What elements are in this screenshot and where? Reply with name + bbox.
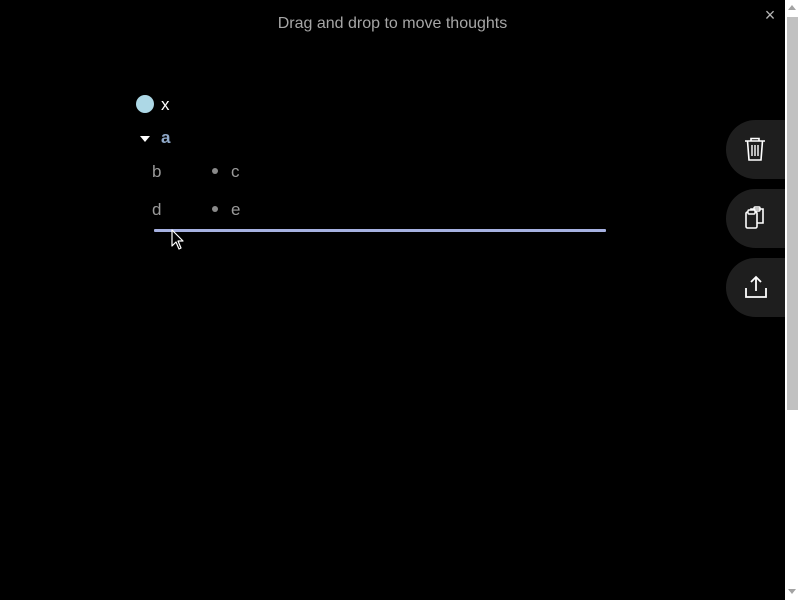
- close-button[interactable]: ×: [760, 5, 780, 25]
- thought-child-e[interactable]: e: [231, 200, 240, 220]
- share-export-icon: [745, 275, 767, 298]
- thought-child-c[interactable]: c: [231, 162, 240, 182]
- caret-down-icon[interactable]: [140, 136, 150, 142]
- scroll-up-arrow-icon[interactable]: [788, 5, 796, 10]
- mouse-pointer-icon: [171, 229, 184, 250]
- thoughts-app: Drag and drop to move thoughts × x a b c…: [0, 0, 800, 600]
- clipboard-copy-icon: [745, 206, 764, 229]
- bullet-dot-icon: [212, 206, 218, 212]
- trash-icon: [745, 137, 765, 161]
- drop-target-indicator: [154, 229, 606, 232]
- thought-parent[interactable]: a: [161, 128, 170, 148]
- thought-root[interactable]: x: [161, 95, 170, 115]
- scroll-thumb[interactable]: [787, 17, 798, 410]
- thought-child-b[interactable]: b: [152, 162, 161, 182]
- root-bullet-icon[interactable]: [136, 95, 154, 113]
- scroll-down-arrow-icon[interactable]: [788, 589, 796, 594]
- thought-child-d[interactable]: d: [152, 200, 161, 220]
- bullet-dot-icon: [212, 168, 218, 174]
- drag-hint-text: Drag and drop to move thoughts: [277, 15, 508, 32]
- vertical-scrollbar[interactable]: [785, 0, 800, 600]
